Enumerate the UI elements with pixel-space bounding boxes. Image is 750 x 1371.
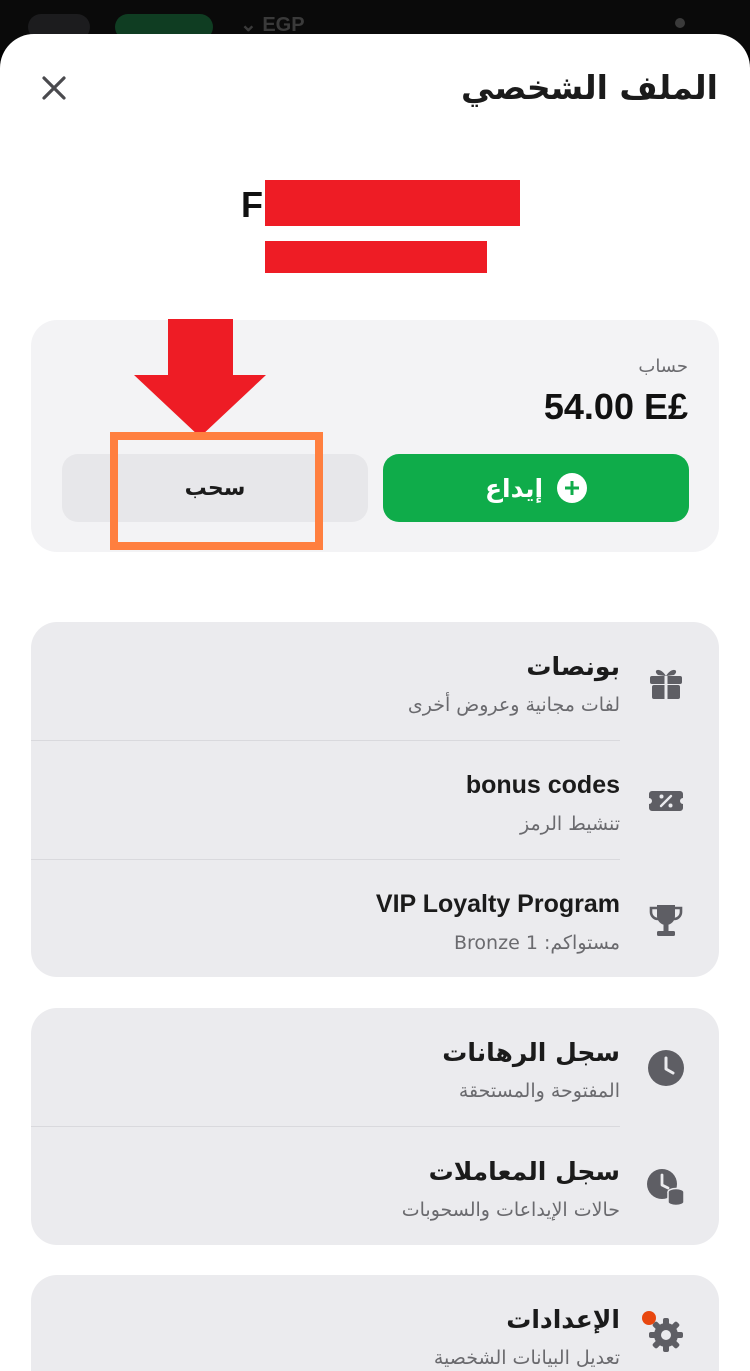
settings-subtitle: تعديل البيانات الشخصية — [433, 1347, 620, 1369]
clock-icon — [648, 1050, 684, 1086]
vip-title: VIP Loyalty Program — [375, 890, 620, 918]
menu-item-vip-loyalty[interactable]: VIP Loyalty Program مستواكم: 1 Bronze — [31, 860, 719, 979]
gift-icon — [650, 669, 682, 699]
account-label: حساب — [638, 356, 688, 377]
promotions-card: بونصات لفات مجانية وعروض أخرى bonus code… — [31, 622, 719, 977]
trophy-icon — [649, 905, 683, 936]
deposit-button[interactable]: إيداع — [383, 454, 689, 522]
profile-sheet: الملف الشخصي F حساب 54.00 E£ إيداع سحب ب… — [0, 34, 750, 1371]
vip-level-subtitle: مستواكم: 1 Bronze — [454, 932, 620, 954]
bet-history-subtitle: المفتوحة والمستحقة — [458, 1080, 620, 1102]
coupon-icon — [649, 791, 683, 811]
notification-dot — [642, 1311, 656, 1325]
annotation-arrow-icon — [134, 319, 266, 437]
bonuses-title: بونصات — [526, 652, 620, 681]
menu-item-transaction-history[interactable]: سجل المعاملات حالات الإيداعات والسحوبات — [31, 1127, 719, 1246]
plus-circle-icon — [557, 473, 588, 503]
menu-item-bonus-codes[interactable]: bonus codes تنشيط الرمز — [31, 741, 719, 860]
transactions-title: سجل المعاملات — [428, 1157, 620, 1186]
settings-card: الإعدادات تعديل البيانات الشخصية — [31, 1275, 719, 1371]
settings-title: الإعدادات — [506, 1305, 620, 1334]
currency-label: EGP — [262, 14, 305, 36]
account-balance: 54.00 E£ — [543, 386, 688, 427]
transactions-subtitle: حالات الإيداعات والسحوبات — [401, 1199, 620, 1221]
menu-item-bonuses[interactable]: بونصات لفات مجانية وعروض أخرى — [31, 622, 719, 741]
close-button[interactable] — [34, 68, 74, 108]
close-icon — [42, 76, 66, 100]
user-name: F — [241, 184, 263, 225]
bonuses-subtitle: لفات مجانية وعروض أخرى — [407, 694, 620, 716]
bet-history-title: سجل الرهانات — [442, 1038, 620, 1067]
clock-coins-icon — [647, 1169, 685, 1207]
menu-item-bet-history[interactable]: سجل الرهانات المفتوحة والمستحقة — [31, 1008, 719, 1127]
bonus-codes-title: bonus codes — [465, 771, 620, 799]
history-card: سجل الرهانات المفتوحة والمستحقة سجل المع… — [31, 1008, 719, 1245]
menu-item-settings[interactable]: الإعدادات تعديل البيانات الشخصية — [31, 1275, 719, 1371]
annotation-highlight-box — [110, 432, 323, 550]
page-title: الملف الشخصي — [460, 68, 718, 107]
bonus-codes-subtitle: تنشيط الرمز — [520, 813, 620, 835]
redaction-bar-id — [265, 241, 487, 273]
chevron-down-icon: ⌄ — [240, 14, 257, 36]
deposit-label: إيداع — [484, 473, 544, 503]
redaction-bar-name — [265, 180, 520, 226]
status-dot — [675, 18, 685, 28]
